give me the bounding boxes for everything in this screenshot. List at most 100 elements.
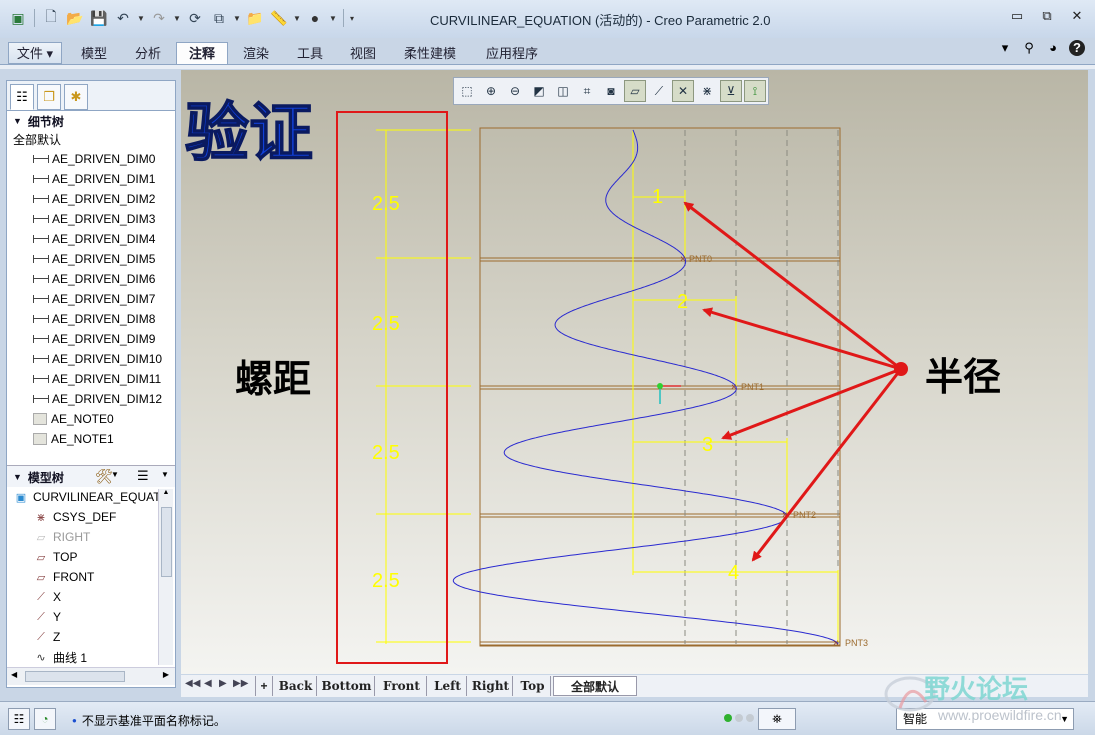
tab-applications[interactable]: 应用程序 xyxy=(472,42,552,64)
creo-app-icon[interactable]: ▣ xyxy=(8,8,28,28)
help-icon[interactable]: ? xyxy=(1069,40,1085,56)
folder-browser-tab-icon[interactable]: ❐ xyxy=(37,84,61,110)
model-tree-item[interactable]: ▱ FRONT xyxy=(7,567,175,587)
model-tree-root[interactable]: ▣ CURVILINEAR_EQUAT xyxy=(7,487,175,507)
detail-tree-item[interactable]: AE_DRIVEN_DIM0 xyxy=(7,149,175,169)
scroll-thumb[interactable] xyxy=(161,507,172,577)
radius-index[interactable]: 3 xyxy=(702,434,713,456)
new-file-icon[interactable]: 🗋 xyxy=(41,8,61,28)
community-icon[interactable]: ◕ xyxy=(1045,40,1061,56)
view-tab-bottom[interactable]: Bottom xyxy=(319,676,375,696)
model-tree-vscrollbar[interactable]: ▲ xyxy=(158,489,173,665)
model-tree-item[interactable]: ⟋ X xyxy=(7,587,175,607)
saved-views-icon[interactable]: ⌗ xyxy=(576,80,598,102)
view-tab-all-default[interactable]: 全部默认 xyxy=(553,676,637,696)
view-tab-top[interactable]: Top xyxy=(515,676,551,696)
prev-view-icon[interactable]: ◀ xyxy=(204,678,212,689)
zoom-out-icon[interactable]: ⊖ xyxy=(504,80,526,102)
last-view-icon[interactable]: ▶▶ xyxy=(233,678,248,689)
csys-display-icon[interactable]: ⋇ xyxy=(696,80,718,102)
detail-tree-item[interactable]: AE_DRIVEN_DIM2 xyxy=(7,189,175,209)
settings-dropdown-icon[interactable]: ▼ xyxy=(161,470,169,479)
graphics-window[interactable]: × PNT0 × PNT1 × PNT2 × PNT3 2.5 2.5 2.5 … xyxy=(181,70,1088,674)
detail-tree-item[interactable]: AE_DRIVEN_DIM4 xyxy=(7,229,175,249)
undo-dropdown-icon[interactable]: ▼ xyxy=(137,14,145,23)
find-binoculars-icon[interactable]: ⛯ xyxy=(758,708,796,730)
tab-render[interactable]: 渲染 xyxy=(230,42,282,64)
windows-dropdown-icon[interactable]: ▼ xyxy=(233,14,241,23)
model-tree-hscrollbar[interactable]: ◀ ▶ xyxy=(7,667,175,685)
radius-index[interactable]: 2 xyxy=(677,291,688,313)
model-tree-toggle[interactable]: ▼ 模型树 xyxy=(7,467,64,487)
detail-tree-item[interactable]: AE_DRIVEN_DIM9 xyxy=(7,329,175,349)
tree-tab-icon[interactable]: ☷ xyxy=(10,84,34,110)
scroll-right-icon[interactable]: ▶ xyxy=(163,670,169,679)
redo-icon[interactable]: ↷ xyxy=(149,8,169,28)
selection-filter-select[interactable]: 智能 ▼ xyxy=(896,708,1074,730)
detail-tree-item[interactable]: AE_DRIVEN_DIM1 xyxy=(7,169,175,189)
minimize-icon[interactable]: ▭ xyxy=(1007,6,1027,26)
refit-icon[interactable]: ⬚ xyxy=(456,80,478,102)
detail-tree-item[interactable]: AE_NOTE1 xyxy=(7,429,175,449)
annotation-display-icon[interactable]: ⊻ xyxy=(720,80,742,102)
chevron-down-icon[interactable]: ▼ xyxy=(1060,709,1069,729)
detail-tree-item[interactable]: AE_NOTE0 xyxy=(7,409,175,429)
settings-list-icon[interactable]: ☰ xyxy=(137,468,149,484)
datum-point-pnt0[interactable]: × PNT0 xyxy=(680,254,712,265)
appearance-sphere-icon[interactable]: ● xyxy=(305,8,325,28)
radius-index[interactable]: 4 xyxy=(728,562,739,584)
detail-tree-filter[interactable]: 全部默认 xyxy=(7,131,175,149)
detail-tree-item[interactable]: AE_DRIVEN_DIM11 xyxy=(7,369,175,389)
detail-tree-item[interactable]: AE_DRIVEN_DIM6 xyxy=(7,269,175,289)
regenerate-icon[interactable]: ⟳ xyxy=(185,8,205,28)
view-tab-back[interactable]: Back xyxy=(275,676,317,696)
point-display-icon[interactable]: ✕ xyxy=(672,80,694,102)
detail-tree-item[interactable]: AE_DRIVEN_DIM10 xyxy=(7,349,175,369)
model-tree-item[interactable]: ∿ 曲线 1 xyxy=(7,647,175,667)
model-tree-item[interactable]: ⋇ CSYS_DEF xyxy=(7,507,175,527)
navigator-toggle-icon[interactable]: ☷ xyxy=(8,708,30,730)
model-tree-item[interactable]: ⟋ Y xyxy=(7,607,175,627)
first-view-icon[interactable]: ◀◀ xyxy=(185,678,200,689)
close-window-icon[interactable]: 📁 xyxy=(245,8,265,28)
detail-tree-item[interactable]: AE_DRIVEN_DIM12 xyxy=(7,389,175,409)
tab-tools[interactable]: 工具 xyxy=(284,42,336,64)
datum-point-pnt1[interactable]: × PNT1 xyxy=(731,382,764,393)
customize-toolbar-icon[interactable]: ▾ xyxy=(350,14,358,23)
detail-tree-item[interactable]: AE_DRIVEN_DIM7 xyxy=(7,289,175,309)
repaint-icon[interactable]: ◩ xyxy=(528,80,550,102)
tab-model[interactable]: 模型 xyxy=(68,42,120,64)
open-folder-icon[interactable]: 📂 xyxy=(65,8,85,28)
tab-file[interactable]: 文件 ▾ xyxy=(8,42,62,64)
view-manager-icon[interactable]: ◙ xyxy=(600,80,622,102)
model-tree-item[interactable]: ▱ RIGHT xyxy=(7,527,175,547)
collapse-icon[interactable]: ▼ xyxy=(13,472,22,482)
detail-tree-item[interactable]: AE_DRIVEN_DIM8 xyxy=(7,309,175,329)
scroll-left-icon[interactable]: ◀ xyxy=(11,670,17,679)
hscroll-thumb[interactable] xyxy=(25,671,125,682)
redo-dropdown-icon[interactable]: ▼ xyxy=(173,14,181,23)
restore-icon[interactable]: ⧉ xyxy=(1037,6,1057,26)
pitch-value[interactable]: 2.5 xyxy=(372,442,400,464)
measure-dropdown-icon[interactable]: ▼ xyxy=(293,14,301,23)
tab-annotate[interactable]: 注释 xyxy=(176,42,228,64)
tab-analysis[interactable]: 分析 xyxy=(122,42,174,64)
detail-tree-header[interactable]: ▼ 细节树 xyxy=(7,111,175,131)
datum-point-pnt3[interactable]: × PNT3 xyxy=(833,638,868,649)
pitch-value[interactable]: 2.5 xyxy=(372,313,400,335)
pitch-value[interactable]: 2.5 xyxy=(372,570,400,592)
display-style-icon[interactable]: ◫ xyxy=(552,80,574,102)
search-icon[interactable]: ⚲ xyxy=(1021,40,1037,56)
axis-display-icon[interactable]: ⟋ xyxy=(648,80,670,102)
next-view-icon[interactable]: ▶ xyxy=(219,678,227,689)
scroll-up-icon[interactable]: ▲ xyxy=(159,489,173,496)
spin-center-icon[interactable]: ⟟ xyxy=(744,80,766,102)
model-tree-item[interactable]: ▱ TOP xyxy=(7,547,175,567)
tab-flexible-modeling[interactable]: 柔性建模 xyxy=(390,42,470,64)
detail-tree-item[interactable]: AE_DRIVEN_DIM5 xyxy=(7,249,175,269)
tools-dropdown-icon[interactable]: ▼ xyxy=(111,470,119,479)
model-scene[interactable]: × PNT0 × PNT1 × PNT2 × PNT3 2.5 2.5 2.5 … xyxy=(181,70,1088,674)
radius-index[interactable]: 1 xyxy=(652,186,663,208)
appearance-dropdown-icon[interactable]: ▼ xyxy=(329,14,337,23)
pitch-value[interactable]: 2.5 xyxy=(372,193,400,215)
